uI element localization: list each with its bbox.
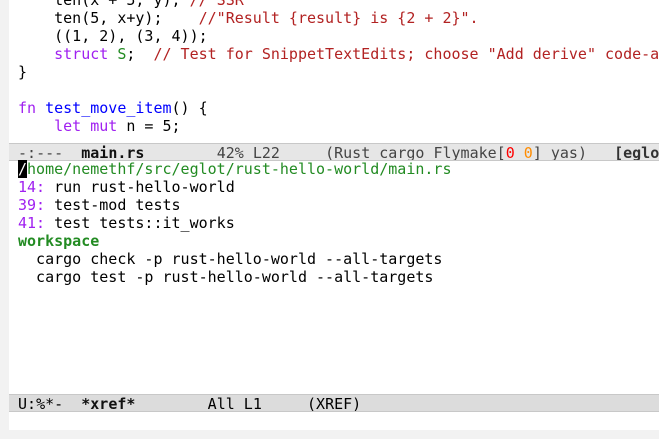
code-editor[interactable]: ten(x + 5, y); // SSR ten(5, x+y); //"Re… <box>18 0 659 142</box>
code-line: fn test_move_item() { <box>18 99 659 117</box>
buffer-position: All L1 <box>135 395 308 412</box>
code-line: ten(x + 5, y); // SSR <box>18 0 659 9</box>
minor-modes: ] yas) <box>532 144 615 161</box>
xref-file-path[interactable]: home/nemethf/src/eglot/rust-hello-world/… <box>27 160 451 178</box>
code-text: n = 5; <box>117 117 181 135</box>
mode-line-main[interactable]: -:--- main.rs 42% L22 (Rust cargo Flymak… <box>9 143 659 161</box>
xref-workspace-item[interactable]: cargo test -p rust-hello-world --all-tar… <box>18 268 659 286</box>
keyword-let: let <box>54 117 82 135</box>
workspace-command: cargo check -p rust-hello-world --all-ta… <box>18 250 443 268</box>
left-fringe <box>0 0 9 430</box>
mode-line-xref[interactable]: U:%*- *xref* All L1 (XREF) <box>9 394 659 412</box>
code-text: ten(5, x+y); <box>54 9 199 27</box>
code-text: } <box>18 63 28 81</box>
code-line: ten(5, x+y); //"Result {result} is {2 + … <box>18 9 659 27</box>
code-text: () { <box>171 99 208 117</box>
xref-item[interactable]: 39: test-mod tests <box>18 196 659 214</box>
code-line: ((1, 2), (3, 4)); <box>18 27 659 45</box>
code-comment: // Test for SnippetTextEdits; choose "Ad… <box>153 45 659 63</box>
buffer-name[interactable]: *xref* <box>81 395 135 411</box>
xref-item-text: test tests::it_works <box>45 214 235 232</box>
xref-line-number: 14: <box>18 178 46 196</box>
code-text: ; <box>126 45 154 63</box>
buffer-status: U:%*- <box>9 395 82 412</box>
xref-item[interactable]: 14: run rust-hello-world <box>18 178 659 196</box>
xref-item-text: test-mod tests <box>45 196 181 214</box>
keyword-mut: mut <box>90 117 118 135</box>
keyword-struct: struct <box>54 45 109 63</box>
buffer-name[interactable]: main.rs <box>81 144 144 160</box>
xref-file-header[interactable]: /home/nemethf/src/eglot/rust-hello-world… <box>18 160 659 178</box>
echo-area <box>0 430 659 439</box>
text-cursor: / <box>18 160 28 178</box>
xref-line-number: 39: <box>18 196 46 214</box>
keyword-fn: fn <box>18 99 37 117</box>
xref-item-text: run rust-hello-world <box>45 178 235 196</box>
flymake-warning-count[interactable]: 0 <box>524 144 533 160</box>
xref-item[interactable]: 41: test tests::it_works <box>18 214 659 232</box>
code-line: let mut n = 5; <box>18 117 659 135</box>
code-line: struct S; // Test for SnippetTextEdits; … <box>18 45 659 63</box>
major-mode[interactable]: (Rust cargo Flymake[ <box>325 144 506 160</box>
function-name: test_move_item <box>45 99 172 117</box>
code-text: ((1, 2), (3, 4)); <box>54 27 208 45</box>
workspace-label: workspace <box>18 232 100 250</box>
major-mode[interactable]: (XREF) <box>307 395 361 411</box>
xref-workspace-item[interactable]: cargo check -p rust-hello-world --all-ta… <box>18 250 659 268</box>
xref-line-number: 41: <box>18 214 46 232</box>
code-comment: //"Result {result} is {2 + 2}". <box>198 9 479 27</box>
eglot-indicator[interactable]: [eglot: <box>614 144 659 160</box>
buffer-status: -:--- <box>9 144 82 161</box>
workspace-command: cargo test -p rust-hello-world --all-tar… <box>18 268 434 286</box>
buffer-position: 42% L22 <box>144 144 326 161</box>
xref-buffer[interactable]: /home/nemethf/src/eglot/rust-hello-world… <box>18 160 659 392</box>
code-line: } <box>18 63 659 81</box>
code-comment: // SSR <box>189 0 244 9</box>
code-text: ten(x + 5, y); <box>54 0 190 9</box>
flymake-error-count[interactable]: 0 <box>506 144 515 160</box>
xref-group-header: workspace <box>18 232 659 250</box>
